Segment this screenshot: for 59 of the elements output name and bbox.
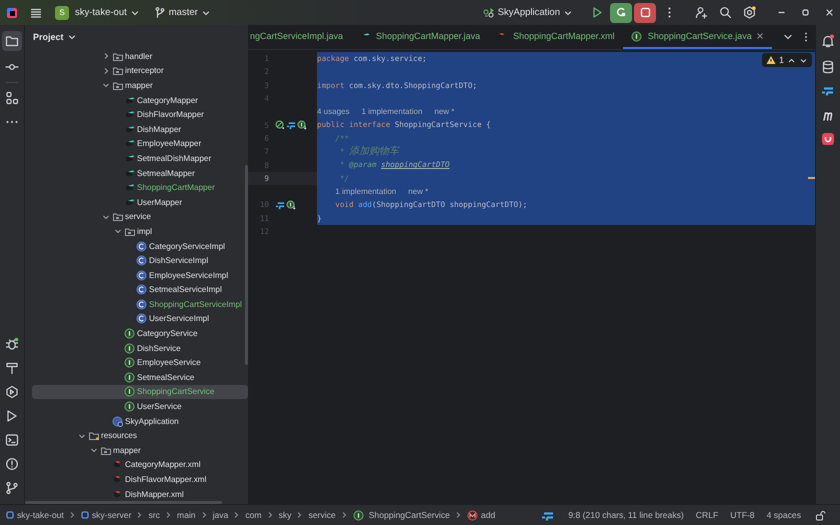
tree-item[interactable]: ShoppingCartService [32,384,248,400]
tree-item[interactable]: interceptor [32,64,248,78]
tree-item[interactable]: DishFlavorMapper [32,107,248,122]
status-item[interactable]: UTF-8 [730,510,755,520]
breadcrumb[interactable]: sky-server [80,510,132,520]
run-configuration-selector[interactable]: SkyApplication [478,4,576,21]
breadcrumb[interactable]: add [466,510,496,520]
tree-item[interactable]: UserMapper [32,194,248,210]
tree-item[interactable]: mapper [32,443,248,458]
tree-item[interactable]: CategoryMapper [32,92,248,108]
status-item[interactable]: CRLF [696,510,718,520]
inlay-hint[interactable]: 4 usages [317,107,350,116]
project-selector[interactable]: S sky-take-out [51,2,143,22]
tree-item[interactable]: SetmealServiceImpl [32,282,248,298]
tree-item[interactable]: CategoryService [32,326,248,341]
breadcrumb[interactable]: sky [278,510,292,520]
branch-selector[interactable]: master [150,4,214,21]
inlay-hint[interactable]: new * [434,107,454,116]
status-item[interactable]: 9:8 (210 chars, 11 line breaks) [568,510,684,520]
tree-item[interactable]: UserServiceImpl [32,312,248,326]
tree-item[interactable]: handler [32,49,248,64]
breadcrumb[interactable]: main [176,510,196,520]
breadcrumb[interactable]: java [212,510,228,520]
inspection-widget[interactable]: 1 [762,53,812,67]
tree-item[interactable]: SetmealService [32,370,248,385]
inlay-hint[interactable]: 1 implementation [335,187,396,196]
inlay-hint[interactable]: new * [408,187,428,196]
tree-item[interactable]: service [32,210,248,224]
tree-item[interactable]: impl [32,224,248,239]
tree-item[interactable]: ShoppingCartServiceImpl [32,297,248,312]
breadcrumb[interactable]: com [245,510,262,520]
tree-item[interactable]: UserService [32,399,248,414]
tree-item[interactable]: SkyApplication [32,414,248,428]
breadcrumb[interactable]: sky-take-out [6,510,64,520]
tree-item[interactable]: mapper [32,78,248,93]
editor-tab[interactable]: ngCartServiceImpl.java [248,25,352,49]
tree-item[interactable]: EmployeeMapper [32,136,248,152]
tree-item[interactable]: SetmealDishMapper [32,151,248,166]
tree-item[interactable]: SetmealMapper [32,166,248,180]
editor-tab[interactable]: ShoppingCartMapper.xml [488,25,623,49]
tree-item[interactable]: DishService [32,340,248,356]
inlay-hint[interactable]: 1 implementation [361,107,422,116]
tree-item[interactable]: CategoryServiceImpl [32,238,248,254]
tree-item[interactable]: DishServiceImpl [32,253,248,268]
tree-item[interactable]: ShoppingCartMapper [32,180,248,195]
tree-item[interactable]: DishMapper [32,122,248,137]
editor-tab[interactable]: ShoppingCartService.java [622,25,772,49]
breadcrumb[interactable]: service [308,510,336,520]
status-item[interactable]: 4 spaces [766,510,801,520]
panel-title[interactable]: Project [31,30,78,44]
tree-item[interactable]: EmployeeService [32,355,248,370]
breadcrumb[interactable]: src [148,510,160,520]
tree-item[interactable]: DishFlavorMapper.xml [32,472,248,487]
tree-item[interactable]: DishMapper.xml [32,486,248,502]
tree-item[interactable]: EmployeeServiceImpl [32,268,248,282]
tree-item[interactable]: resources [32,428,248,444]
tree-item[interactable]: CategoryMapper.xml [32,458,248,472]
breadcrumb[interactable]: ShoppingCartService [352,510,450,520]
editor-tab[interactable]: ShoppingCartMapper.java [351,25,488,49]
